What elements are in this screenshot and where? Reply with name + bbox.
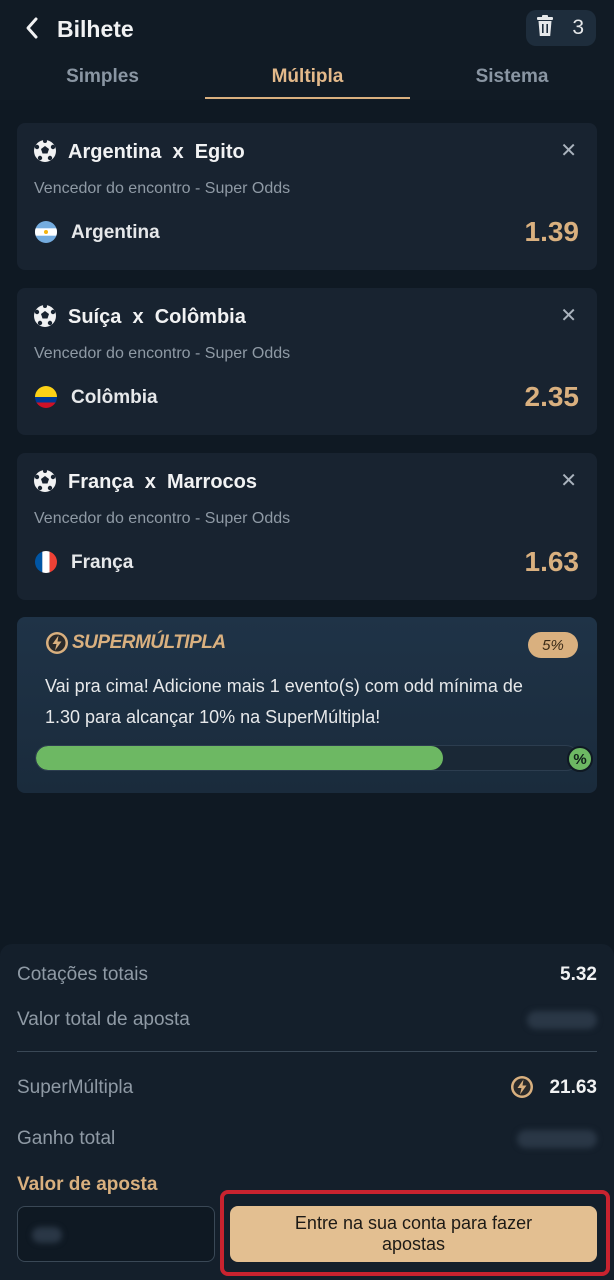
stake-input-value-hidden <box>32 1227 62 1243</box>
total-odds-value: 5.32 <box>560 964 597 985</box>
total-odds-label: Cotações totais <box>17 964 148 985</box>
match-name: França x Marrocos <box>68 471 257 493</box>
selection-card: França x Marrocos ✕ Vencedor do encontro… <box>17 453 597 600</box>
lightning-icon <box>510 1075 534 1099</box>
progress-bar-fill <box>36 746 443 770</box>
supermultipla-promo: SUPERMÚLTIPLA 5% Vai pra cima! Adicione … <box>17 617 597 793</box>
selection-card: Argentina x Egito ✕ Vencedor do encontro… <box>17 123 597 270</box>
match-name: Argentina x Egito <box>68 141 245 163</box>
selection-pick: Argentina <box>71 222 160 243</box>
total-stake-value-hidden <box>527 1011 597 1029</box>
chevron-left-icon[interactable] <box>18 14 46 42</box>
supermultipla-label: SuperMúltipla <box>17 1077 134 1098</box>
trash-icon <box>535 14 555 42</box>
match-name: Suíça x Colômbia <box>68 306 246 328</box>
soccer-ball-icon <box>33 304 57 328</box>
colombia-flag-icon <box>35 386 57 408</box>
close-icon[interactable]: ✕ <box>560 141 577 161</box>
selection-odd: 1.63 <box>524 546 580 577</box>
tab-multipla[interactable]: Múltipla <box>205 58 410 100</box>
percent-icon: % <box>567 746 593 772</box>
selection-odd: 2.35 <box>524 381 580 412</box>
clear-betslip-button[interactable]: 3 <box>526 10 596 46</box>
market-name: Vencedor do encontro - Super Odds <box>34 510 291 527</box>
divider <box>17 1051 597 1052</box>
total-stake-label: Valor total de aposta <box>17 1009 190 1030</box>
tab-simples[interactable]: Simples <box>0 58 205 100</box>
argentina-flag-icon <box>35 221 57 243</box>
bet-type-tabs: Simples Múltipla Sistema <box>0 58 614 100</box>
login-to-bet-button[interactable]: Entre na sua conta para fazer apostas <box>230 1206 597 1262</box>
header: Bilhete 3 Simples Múltipla Sistema <box>0 0 614 100</box>
lightning-icon <box>45 631 69 655</box>
selection-pick: Colômbia <box>71 387 158 408</box>
active-tab-indicator <box>205 97 410 99</box>
bet-count: 3 <box>572 16 584 39</box>
total-win-value-hidden <box>517 1130 597 1148</box>
page-title: Bilhete <box>57 16 134 42</box>
selection-card: Suíça x Colômbia ✕ Vencedor do encontro … <box>17 288 597 435</box>
supermultipla-value: 21.63 <box>549 1077 597 1098</box>
progress-bar <box>35 745 579 771</box>
supermultipla-logo: SUPERMÚLTIPLA <box>72 632 226 653</box>
stake-input[interactable] <box>17 1206 215 1262</box>
soccer-ball-icon <box>33 139 57 163</box>
betslip-summary: Cotações totais 5.32 Valor total de apos… <box>0 944 614 1280</box>
market-name: Vencedor do encontro - Super Odds <box>34 345 291 362</box>
close-icon[interactable]: ✕ <box>560 471 577 491</box>
selection-odd: 1.39 <box>524 216 580 247</box>
soccer-ball-icon <box>33 469 57 493</box>
promo-message: Vai pra cima! Adicione mais 1 evento(s) … <box>45 676 523 727</box>
total-win-label: Ganho total <box>17 1128 116 1149</box>
boost-percent-badge: 5% <box>528 632 578 658</box>
market-name: Vencedor do encontro - Super Odds <box>34 180 291 197</box>
close-icon[interactable]: ✕ <box>560 306 577 326</box>
france-flag-icon <box>35 551 57 573</box>
selection-pick: França <box>71 552 134 573</box>
tab-sistema[interactable]: Sistema <box>410 58 614 100</box>
stake-label: Valor de aposta <box>17 1174 158 1195</box>
